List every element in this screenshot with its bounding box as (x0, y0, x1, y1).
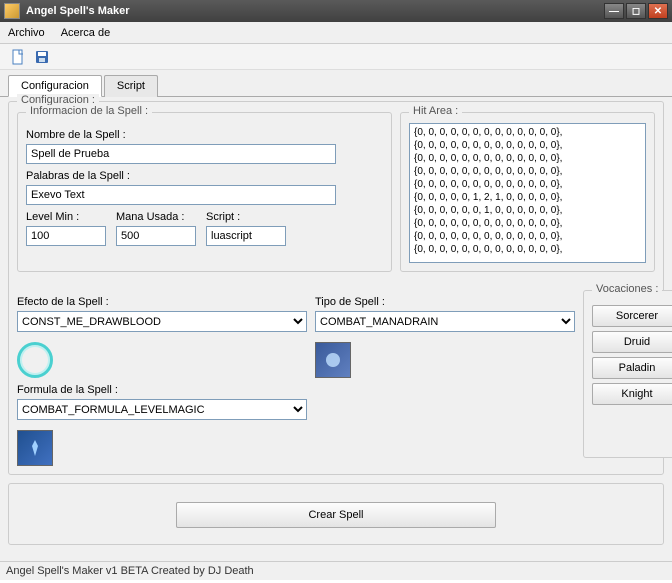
crear-spell-button[interactable]: Crear Spell (176, 502, 496, 528)
label-palabras: Palabras de la Spell : (26, 170, 383, 182)
label-levelmin: Level Min : (26, 211, 106, 223)
label-nombre: Nombre de la Spell : (26, 129, 383, 141)
minimize-button[interactable]: — (604, 3, 624, 19)
vocacion-paladin-button[interactable]: Paladin (592, 357, 672, 379)
menu-acerca[interactable]: Acerca de (61, 27, 111, 39)
vocacion-druid-button[interactable]: Druid (592, 331, 672, 353)
label-efecto: Efecto de la Spell : (17, 296, 307, 308)
config-group: Configuracion : Informacion de la Spell … (8, 101, 664, 475)
label-script: Script : (206, 211, 286, 223)
menu-archivo[interactable]: Archivo (8, 27, 45, 39)
maximize-button[interactable]: ◻ (626, 3, 646, 19)
levelmin-input[interactable] (26, 226, 106, 246)
tab-script[interactable]: Script (104, 75, 158, 97)
statusbar: Angel Spell's Maker v1 BETA Created by D… (0, 561, 672, 580)
hitarea-textbox[interactable]: {0, 0, 0, 0, 0, 0, 0, 0, 0, 0, 0, 0, 0},… (409, 123, 646, 263)
tipo-select[interactable]: COMBAT_MANADRAIN (315, 311, 575, 332)
vocaciones-group: Vocaciones : Sorcerer Druid Paladin Knig… (583, 290, 672, 458)
app-icon (4, 3, 20, 19)
info-legend: Informacion de la Spell : (26, 105, 152, 117)
effect-preview-icon (17, 342, 53, 378)
menubar: Archivo Acerca de (0, 22, 672, 44)
tabstrip: Configuracion Script (0, 70, 672, 97)
vocaciones-legend: Vocaciones : (592, 283, 662, 295)
label-tipo: Tipo de Spell : (315, 296, 575, 308)
hitarea-legend: Hit Area : (409, 105, 462, 117)
window-title: Angel Spell's Maker (26, 5, 604, 17)
efecto-select[interactable]: CONST_ME_DRAWBLOOD (17, 311, 307, 332)
vocacion-sorcerer-button[interactable]: Sorcerer (592, 305, 672, 327)
new-file-icon[interactable] (10, 49, 26, 65)
label-formula: Formula de la Spell : (17, 384, 307, 396)
crear-group: Crear Spell (8, 483, 664, 545)
close-button[interactable]: ✕ (648, 3, 668, 19)
info-group: Informacion de la Spell : Nombre de la S… (17, 112, 392, 272)
formula-preview-icon (17, 430, 53, 466)
formula-select[interactable]: COMBAT_FORMULA_LEVELMAGIC (17, 399, 307, 420)
palabras-input[interactable] (26, 185, 336, 205)
titlebar: Angel Spell's Maker — ◻ ✕ (0, 0, 672, 22)
nombre-input[interactable] (26, 144, 336, 164)
hitarea-group: Hit Area : {0, 0, 0, 0, 0, 0, 0, 0, 0, 0… (400, 112, 655, 272)
tipo-preview-icon (315, 342, 351, 378)
mana-input[interactable] (116, 226, 196, 246)
toolbar (0, 44, 672, 70)
save-icon[interactable] (34, 49, 50, 65)
script-input[interactable] (206, 226, 286, 246)
vocacion-knight-button[interactable]: Knight (592, 383, 672, 405)
label-mana: Mana Usada : (116, 211, 196, 223)
